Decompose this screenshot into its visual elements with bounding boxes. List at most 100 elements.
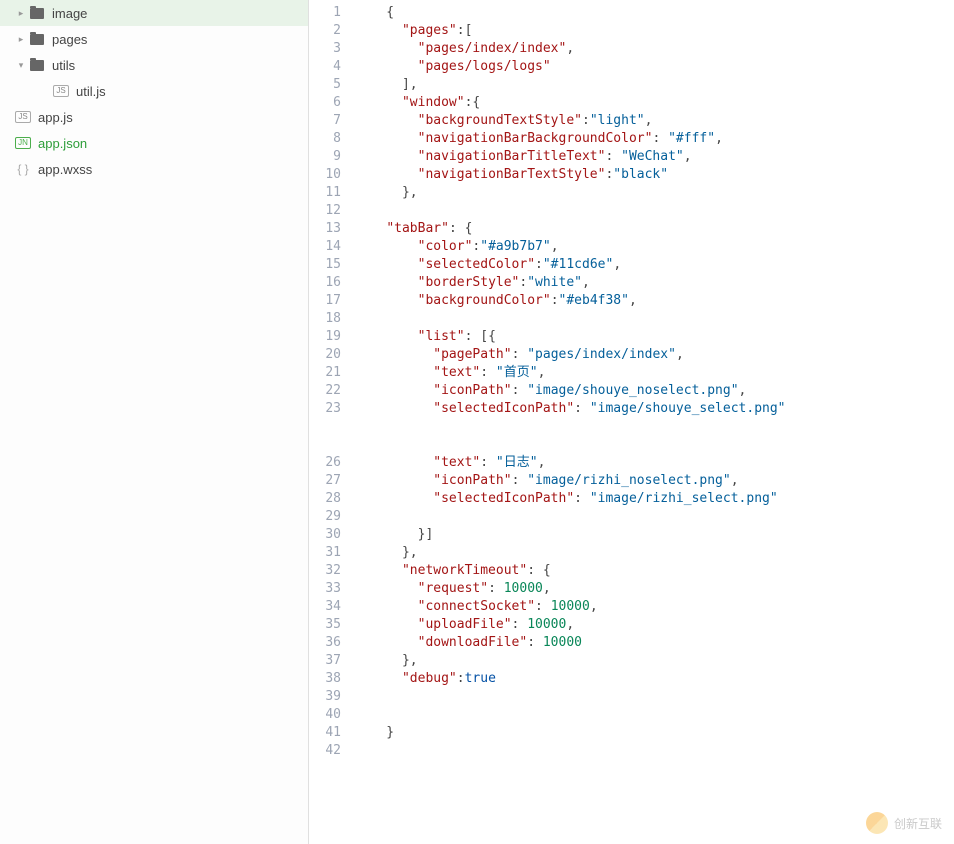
line-number: 7: [309, 112, 341, 130]
code-line[interactable]: "request": 10000,: [355, 580, 954, 598]
line-number: 2: [309, 22, 341, 40]
line-number: 4: [309, 58, 341, 76]
code-line[interactable]: "debug":true: [355, 670, 954, 688]
json-file-icon: JN: [14, 137, 32, 149]
code-line[interactable]: [355, 742, 954, 760]
line-number: 12: [309, 202, 341, 220]
line-number: 1: [309, 4, 341, 22]
code-line[interactable]: "pages":[: [355, 22, 954, 40]
tree-item-label: image: [52, 6, 87, 21]
code-line[interactable]: ],: [355, 76, 954, 94]
code-line[interactable]: "selectedIconPath": "image/shouye_select…: [355, 400, 954, 418]
code-line[interactable]: "pages/logs/logs": [355, 58, 954, 76]
tree-item-label: app.json: [38, 136, 87, 151]
tree-arrow-icon[interactable]: ▸: [14, 34, 28, 45]
code-line[interactable]: "pagePath": "pages/index/index",: [355, 346, 954, 364]
tree-arrow-icon[interactable]: ▸: [14, 8, 28, 19]
line-number: 40: [309, 706, 341, 724]
code-line[interactable]: "window":{: [355, 94, 954, 112]
code-line[interactable]: },: [355, 184, 954, 202]
line-number: 34: [309, 598, 341, 616]
code-editor[interactable]: 1234567891011121314151617181920212223 26…: [308, 0, 954, 844]
line-number-gutter: 1234567891011121314151617181920212223 26…: [309, 0, 355, 844]
js-file-icon: JS: [14, 111, 32, 123]
tree-item-app-js[interactable]: JS app.js: [0, 104, 308, 130]
code-line[interactable]: "navigationBarTitleText": "WeChat",: [355, 148, 954, 166]
line-number: 23: [309, 400, 341, 418]
line-number: 33: [309, 580, 341, 598]
code-line[interactable]: "list": [{: [355, 328, 954, 346]
code-line[interactable]: "networkTimeout": {: [355, 562, 954, 580]
code-line[interactable]: "text": "首页",: [355, 364, 954, 382]
folder-icon: [28, 8, 46, 19]
tree-item-pages[interactable]: ▸ pages: [0, 26, 308, 52]
line-number: 27: [309, 472, 341, 490]
watermark-logo-icon: [866, 812, 888, 834]
tree-item-app-wxss[interactable]: { } app.wxss: [0, 156, 308, 182]
tree-item-image[interactable]: ▸ image: [0, 0, 308, 26]
tree-item-label: app.wxss: [38, 162, 92, 177]
scrollbar[interactable]: [946, 0, 954, 844]
line-number: 17: [309, 292, 341, 310]
line-number: 31: [309, 544, 341, 562]
code-line[interactable]: "selectedIconPath": "image/rizhi_select.…: [355, 490, 954, 508]
code-line[interactable]: "color":"#a9b7b7",: [355, 238, 954, 256]
code-line[interactable]: "tabBar": {: [355, 220, 954, 238]
code-line[interactable]: [355, 508, 954, 526]
line-number: 42: [309, 742, 341, 760]
code-line[interactable]: [355, 688, 954, 706]
tree-item-label: pages: [52, 32, 87, 47]
code-line[interactable]: }: [355, 724, 954, 742]
watermark-text: 创新互联: [894, 815, 942, 832]
code-line[interactable]: "downloadFile": 10000: [355, 634, 954, 652]
line-number: 10: [309, 166, 341, 184]
line-number: 32: [309, 562, 341, 580]
line-number: 6: [309, 94, 341, 112]
line-number: 28: [309, 490, 341, 508]
line-number: 15: [309, 256, 341, 274]
line-number: 30: [309, 526, 341, 544]
watermark: 创新互联: [866, 812, 942, 834]
tree-item-app-json[interactable]: JN app.json: [0, 130, 308, 156]
line-number: 13: [309, 220, 341, 238]
code-line[interactable]: "iconPath": "image/shouye_noselect.png",: [355, 382, 954, 400]
tree-item-label: util.js: [76, 84, 106, 99]
code-content[interactable]: { "pages":[ "pages/index/index", "pages/…: [355, 0, 954, 844]
line-number: 36: [309, 634, 341, 652]
code-line[interactable]: [355, 310, 954, 328]
tree-item-utils[interactable]: ▾ utils: [0, 52, 308, 78]
code-line[interactable]: }]: [355, 526, 954, 544]
line-number: 29: [309, 508, 341, 526]
code-line[interactable]: },: [355, 652, 954, 670]
code-line[interactable]: "uploadFile": 10000,: [355, 616, 954, 634]
code-line[interactable]: "text": "日志",: [355, 454, 954, 472]
code-line[interactable]: "connectSocket": 10000,: [355, 598, 954, 616]
code-line[interactable]: "selectedColor":"#11cd6e",: [355, 256, 954, 274]
code-line[interactable]: "navigationBarTextStyle":"black": [355, 166, 954, 184]
line-number: 41: [309, 724, 341, 742]
line-number: 26: [309, 454, 341, 472]
line-number: 35: [309, 616, 341, 634]
line-number: 18: [309, 310, 341, 328]
code-line[interactable]: "iconPath": "image/rizhi_noselect.png",: [355, 472, 954, 490]
tree-item-label: app.js: [38, 110, 73, 125]
code-line[interactable]: [355, 706, 954, 724]
file-tree-sidebar[interactable]: ▸ image ▸ pages ▾ utils JSutil.js JS app.js JN app…: [0, 0, 308, 844]
code-line[interactable]: },: [355, 544, 954, 562]
code-line[interactable]: "borderStyle":"white",: [355, 274, 954, 292]
line-number: 22: [309, 382, 341, 400]
code-line[interactable]: "navigationBarBackgroundColor": "#fff",: [355, 130, 954, 148]
code-line[interactable]: {: [355, 4, 954, 22]
code-line[interactable]: "backgroundColor":"#eb4f38",: [355, 292, 954, 310]
line-number: 9: [309, 148, 341, 166]
line-number: 38: [309, 670, 341, 688]
tree-item-util-js[interactable]: JSutil.js: [0, 78, 308, 104]
line-number: 14: [309, 238, 341, 256]
code-line[interactable]: "pages/index/index",: [355, 40, 954, 58]
code-line[interactable]: [355, 202, 954, 220]
line-number: 3: [309, 40, 341, 58]
tree-item-label: utils: [52, 58, 75, 73]
tree-arrow-icon[interactable]: ▾: [14, 60, 28, 71]
wxss-file-icon: { }: [14, 164, 32, 174]
code-line[interactable]: "backgroundTextStyle":"light",: [355, 112, 954, 130]
